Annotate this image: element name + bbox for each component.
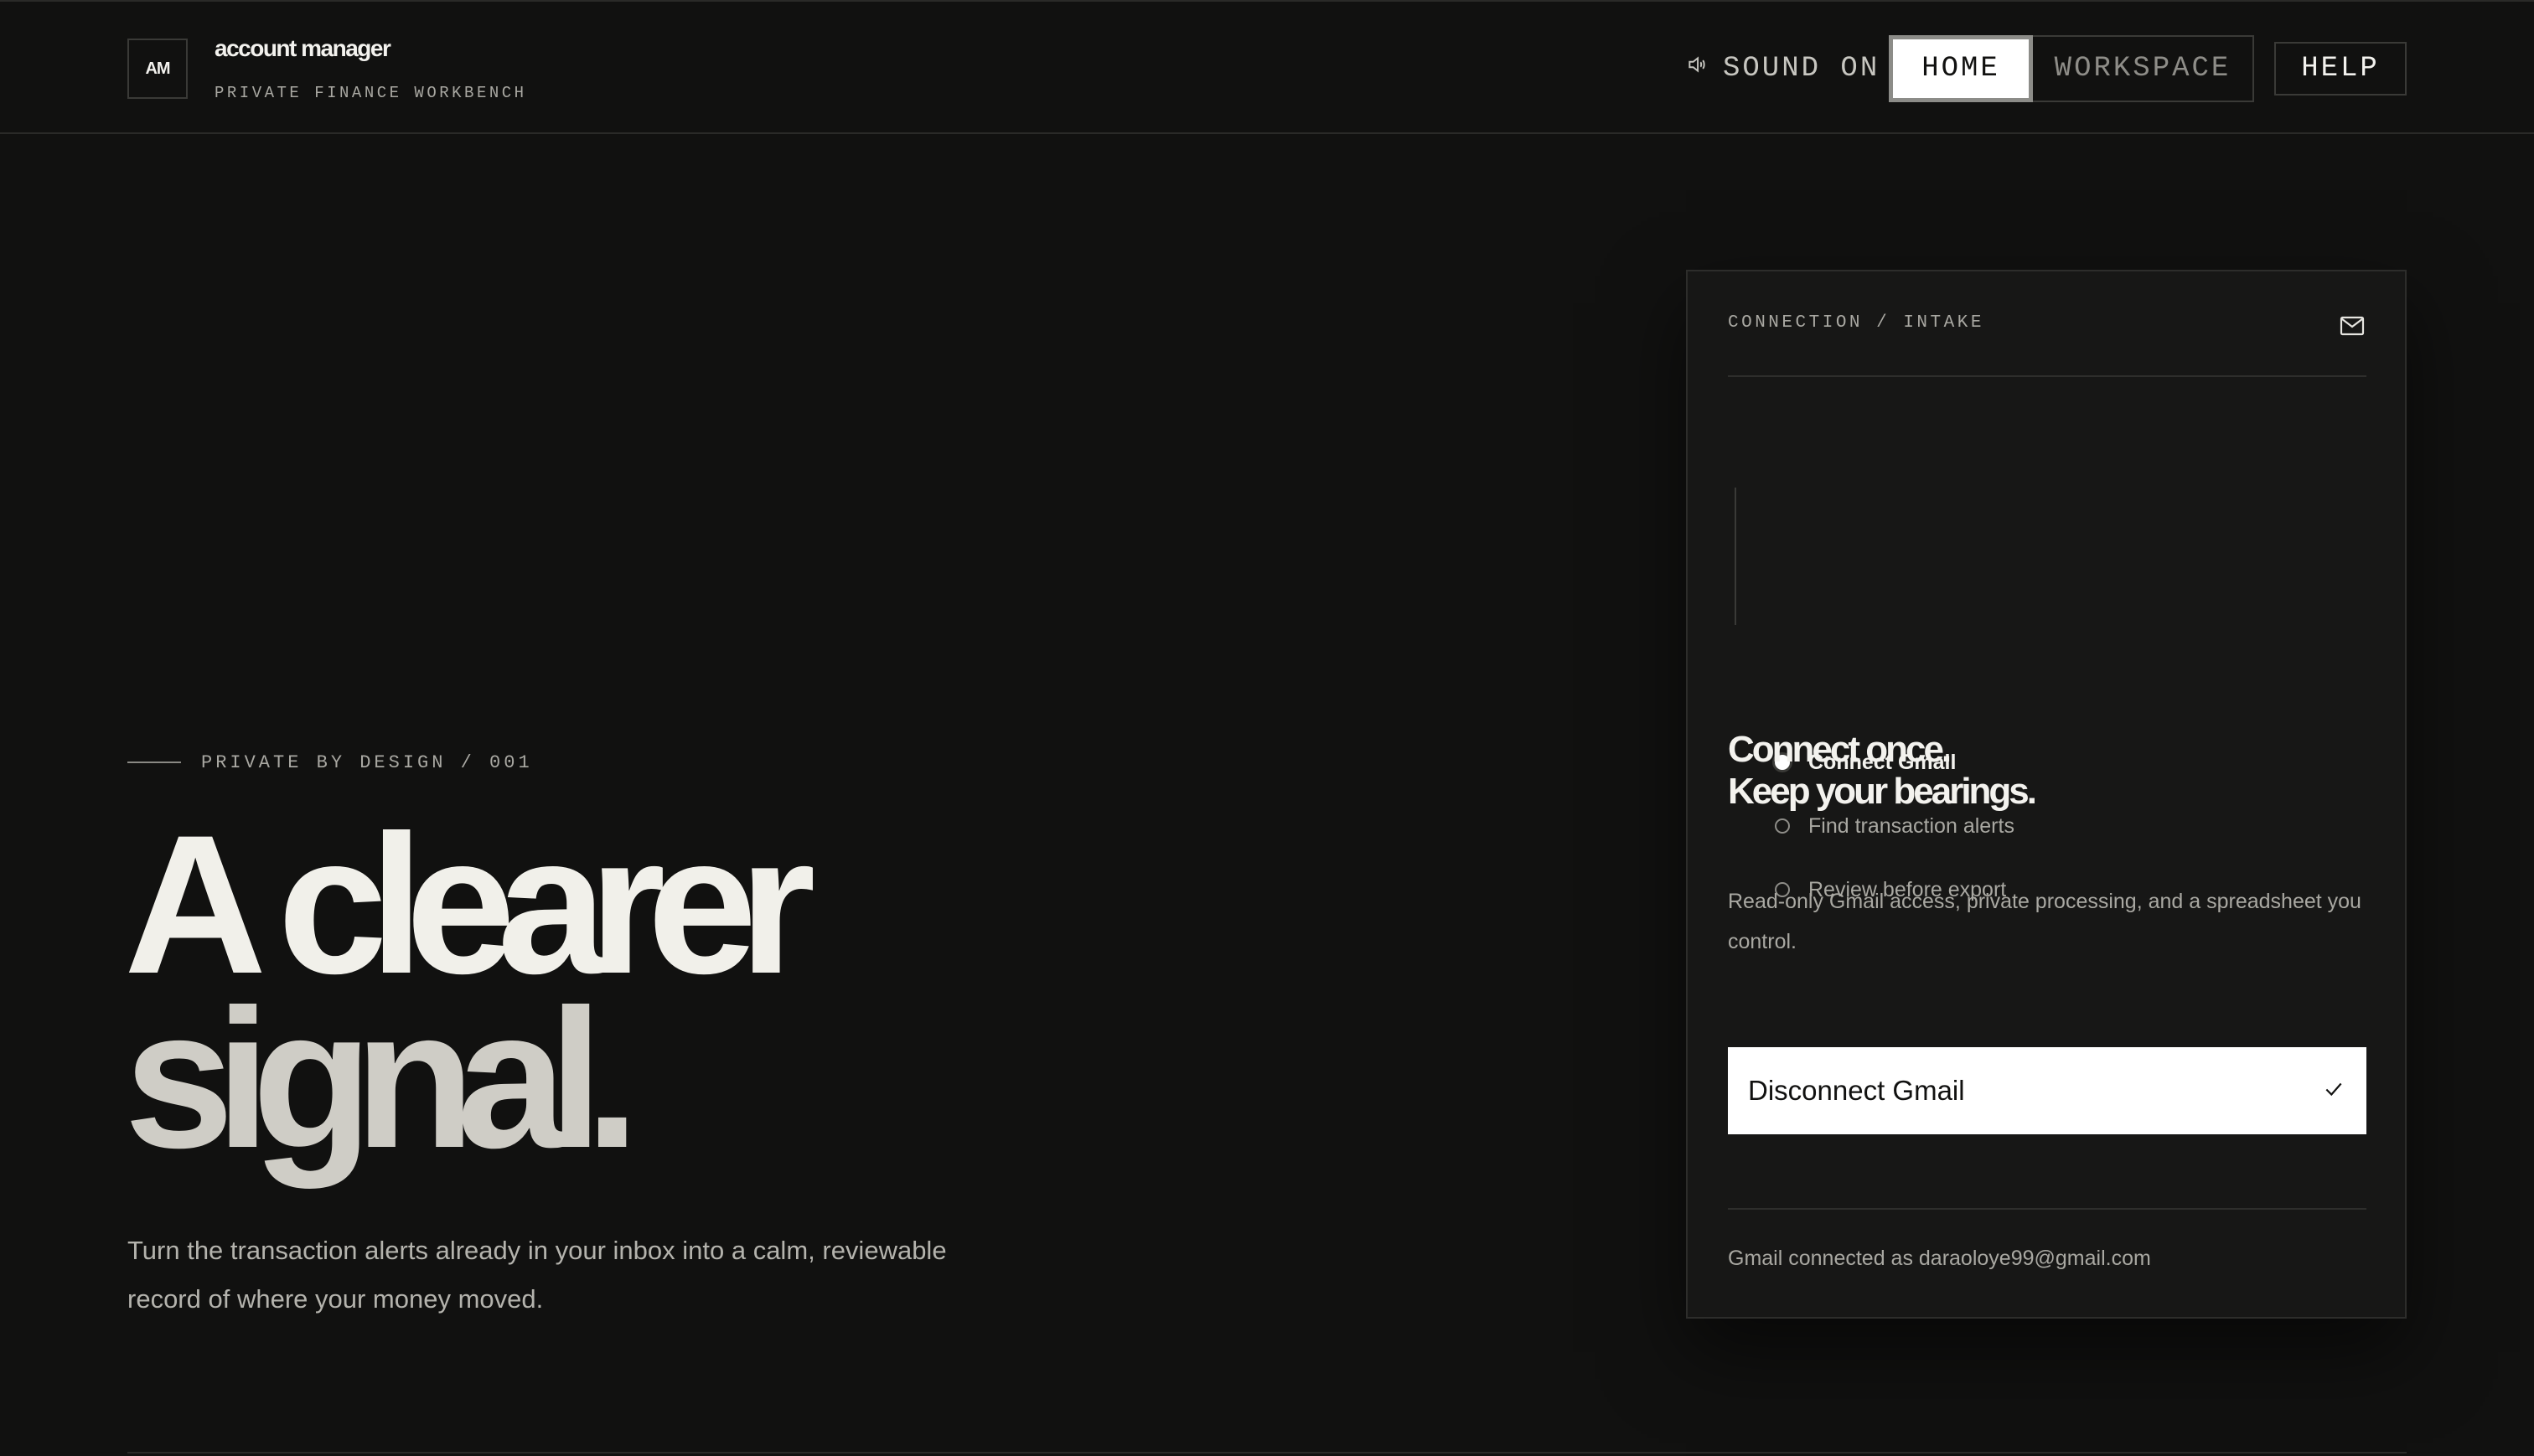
button-label: Disconnect Gmail	[1748, 1075, 1965, 1106]
card-label: CONNECTION / INTAKE	[1728, 313, 1984, 333]
sound-toggle[interactable]: SOUND ON	[1686, 50, 1880, 87]
step-label: Find transaction alerts	[1808, 813, 2014, 838]
hero-eyebrow: PRIVATE BY DESIGN / 001	[127, 749, 533, 776]
headline-line-2: signal.	[124, 968, 640, 1190]
sound-label: SOUND ON	[1723, 53, 1880, 85]
top-bar: AM account manager PRIVATE FINANCE WORKB…	[0, 0, 2534, 134]
app-name: account manager	[215, 35, 391, 61]
hero-headline: A clearer signal.	[124, 794, 962, 1190]
eyebrow-rule	[127, 762, 181, 763]
step-find-alerts: Find transaction alerts	[1775, 809, 2014, 843]
disconnect-gmail-button[interactable]: Disconnect Gmail	[1728, 1047, 2366, 1134]
steps-track	[1735, 488, 1736, 625]
check-icon	[2323, 1075, 2345, 1107]
card-title-line-1: Connect once.	[1728, 729, 1952, 770]
nav-workspace[interactable]: WORKSPACE	[2033, 37, 2252, 101]
help-button[interactable]: HELP	[2274, 42, 2407, 96]
speaker-icon	[1686, 53, 1708, 85]
card-title-line-2: Keep your bearings.	[1728, 771, 2037, 812]
card-title: Connect once. Keep your bearings.	[1728, 729, 2037, 813]
logo-mark[interactable]: AM	[127, 39, 188, 99]
main-nav: HOME WORKSPACE	[1889, 35, 2254, 102]
mail-icon	[2340, 315, 2365, 337]
footer-divider	[127, 1452, 2407, 1453]
hero-description: Turn the transaction alerts already in y…	[127, 1236, 947, 1314]
app-subtitle: PRIVATE FINANCE WORKBENCH	[215, 84, 527, 102]
card-description: Read-only Gmail access, private processi…	[1728, 890, 2361, 953]
page: AM account manager PRIVATE FINANCE WORKB…	[0, 0, 2534, 1456]
connection-status: Gmail connected as daraoloye99@gmail.com	[1728, 1247, 2151, 1270]
nav-home[interactable]: HOME	[1889, 35, 2033, 102]
connection-card: CONNECTION / INTAKE Connect Gmail Find t…	[1686, 270, 2407, 1319]
step-indicator	[1775, 818, 1790, 834]
eyebrow-text: PRIVATE BY DESIGN / 001	[201, 751, 533, 773]
headline-line-1: A clearer	[124, 794, 816, 1015]
card-divider	[1728, 375, 2366, 377]
status-divider	[1728, 1208, 2366, 1210]
